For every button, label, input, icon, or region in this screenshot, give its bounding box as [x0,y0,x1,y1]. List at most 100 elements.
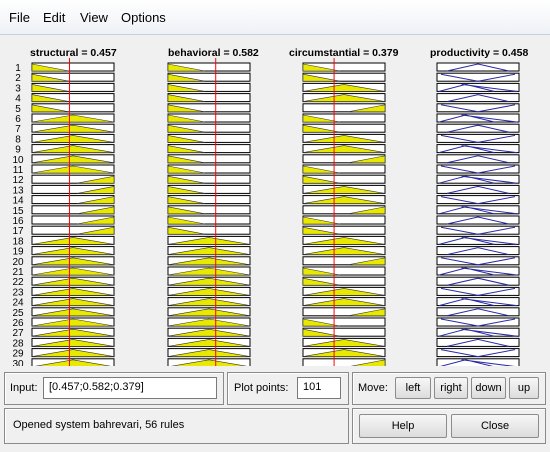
input-membership-cell[interactable] [302,307,386,317]
input-membership-cell[interactable] [167,123,251,133]
output-membership-cell[interactable] [436,133,520,143]
output-membership-cell[interactable] [436,62,520,72]
move-right-button[interactable]: right [434,377,468,399]
output-membership-cell[interactable] [436,348,520,358]
input-membership-cell[interactable] [167,72,251,82]
input-membership-cell[interactable] [302,297,386,307]
move-left-button[interactable]: left [395,377,431,399]
input-membership-cell[interactable] [31,307,115,317]
input-membership-cell[interactable] [31,62,115,72]
input-membership-cell[interactable] [31,358,115,366]
input-membership-cell[interactable] [167,113,251,123]
output-membership-cell[interactable] [436,317,520,327]
input-membership-cell[interactable] [302,174,386,184]
input-membership-cell[interactable] [302,327,386,337]
input-membership-cell[interactable] [302,286,386,296]
input-membership-cell[interactable] [302,93,386,103]
input-membership-cell[interactable] [167,195,251,205]
output-membership-cell[interactable] [436,93,520,103]
output-membership-cell[interactable] [436,358,520,366]
input-membership-cell[interactable] [31,235,115,245]
input-membership-cell[interactable] [302,225,386,235]
output-membership-cell[interactable] [436,307,520,317]
input-membership-cell[interactable] [31,133,115,143]
input-membership-cell[interactable] [167,348,251,358]
input-membership-cell[interactable] [302,184,386,194]
output-membership-cell[interactable] [436,256,520,266]
input-membership-cell[interactable] [31,266,115,276]
input-membership-cell[interactable] [302,205,386,215]
rule-plot-area[interactable]: 1234567891011121314151617181920212223242… [0,58,550,366]
input-membership-cell[interactable] [302,235,386,245]
move-up-button[interactable]: up [509,377,539,399]
input-membership-cell[interactable] [167,133,251,143]
output-membership-cell[interactable] [436,154,520,164]
input-membership-cell[interactable] [31,123,115,133]
input-membership-cell[interactable] [31,154,115,164]
input-membership-cell[interactable] [167,93,251,103]
input-membership-cell[interactable] [167,225,251,235]
input-membership-cell[interactable] [31,144,115,154]
input-membership-cell[interactable] [302,348,386,358]
input-membership-cell[interactable] [31,297,115,307]
output-membership-cell[interactable] [436,82,520,92]
close-button[interactable]: Close [451,414,539,438]
input-membership-cell[interactable] [302,72,386,82]
input-membership-cell[interactable] [167,266,251,276]
input-membership-cell[interactable] [31,286,115,296]
input-membership-cell[interactable] [167,205,251,215]
input-membership-cell[interactable] [167,297,251,307]
input-membership-cell[interactable] [167,358,251,366]
input-membership-cell[interactable] [302,82,386,92]
input-membership-cell[interactable] [31,276,115,286]
input-membership-cell[interactable] [302,215,386,225]
input-membership-cell[interactable] [302,337,386,347]
input-membership-cell[interactable] [167,62,251,72]
input-membership-cell[interactable] [31,337,115,347]
help-button[interactable]: Help [359,414,447,438]
input-membership-cell[interactable] [302,195,386,205]
input-membership-cell[interactable] [302,317,386,327]
input-membership-cell[interactable] [302,256,386,266]
input-membership-cell[interactable] [31,317,115,327]
input-membership-cell[interactable] [31,327,115,337]
input-membership-cell[interactable] [167,327,251,337]
input-membership-cell[interactable] [31,72,115,82]
input-membership-cell[interactable] [302,103,386,113]
input-membership-cell[interactable] [167,256,251,266]
menu-view[interactable]: View [80,10,108,25]
output-membership-cell[interactable] [436,215,520,225]
output-membership-cell[interactable] [436,327,520,337]
input-membership-cell[interactable] [167,144,251,154]
input-membership-cell[interactable] [31,195,115,205]
output-membership-cell[interactable] [436,174,520,184]
input-membership-cell[interactable] [31,103,115,113]
input-membership-cell[interactable] [302,113,386,123]
output-membership-cell[interactable] [436,184,520,194]
input-membership-cell[interactable] [167,82,251,92]
move-down-button[interactable]: down [471,377,506,399]
input-membership-cell[interactable] [302,62,386,72]
input-membership-cell[interactable] [167,235,251,245]
input-field[interactable]: [0.457;0.582;0.379] [43,377,217,399]
menu-options[interactable]: Options [121,10,166,25]
output-membership-cell[interactable] [436,266,520,276]
plot-points-field[interactable]: 101 [297,377,341,399]
output-membership-cell[interactable] [436,205,520,215]
output-membership-cell[interactable] [436,164,520,174]
output-membership-cell[interactable] [436,246,520,256]
input-membership-cell[interactable] [167,286,251,296]
input-membership-cell[interactable] [31,246,115,256]
input-membership-cell[interactable] [31,174,115,184]
input-membership-cell[interactable] [302,154,386,164]
input-membership-cell[interactable] [167,276,251,286]
input-membership-cell[interactable] [302,276,386,286]
input-membership-cell[interactable] [31,164,115,174]
input-membership-cell[interactable] [302,133,386,143]
input-membership-cell[interactable] [167,317,251,327]
input-membership-cell[interactable] [167,184,251,194]
input-membership-cell[interactable] [302,164,386,174]
input-membership-cell[interactable] [167,103,251,113]
input-membership-cell[interactable] [31,256,115,266]
input-membership-cell[interactable] [167,246,251,256]
